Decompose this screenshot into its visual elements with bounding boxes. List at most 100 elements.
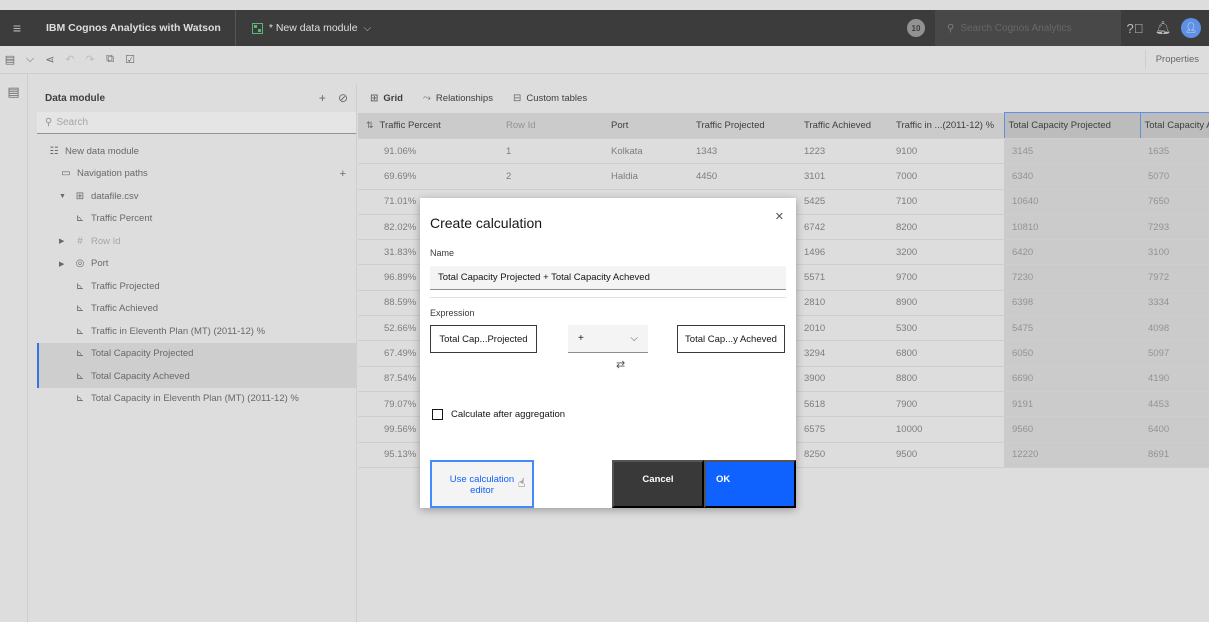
table-cell[interactable]: 6742 bbox=[796, 214, 888, 241]
column-header[interactable]: Traffic Projected bbox=[688, 112, 796, 139]
table-cell[interactable]: 6340 bbox=[1004, 163, 1140, 190]
table-cell[interactable]: 3200 bbox=[888, 239, 1004, 266]
panel-search[interactable]: ⚲ bbox=[37, 112, 356, 134]
relink-icon[interactable]: ⧉ bbox=[100, 53, 120, 66]
menu-icon[interactable]: ≡ bbox=[0, 20, 34, 36]
column-header-selected[interactable]: Total Capacity Ac bbox=[1139, 112, 1209, 139]
table-cell[interactable]: 3100 bbox=[1140, 239, 1209, 266]
column-header[interactable]: Port bbox=[583, 112, 688, 139]
column-header[interactable]: Row Id bbox=[478, 112, 583, 139]
table-cell[interactable]: 5618 bbox=[796, 391, 888, 418]
table-cell[interactable]: 9560 bbox=[1004, 416, 1140, 443]
table-cell[interactable]: 4098 bbox=[1140, 315, 1209, 342]
table-cell[interactable]: 2810 bbox=[796, 290, 888, 317]
sort-icon[interactable]: ⇅ bbox=[366, 120, 374, 130]
table-cell[interactable]: 6575 bbox=[796, 416, 888, 443]
table-cell[interactable]: 91.06% bbox=[358, 138, 478, 165]
cancel-button[interactable]: Cancel bbox=[612, 460, 704, 508]
table-cell[interactable]: 6400 bbox=[1140, 416, 1209, 443]
table-cell[interactable]: 7650 bbox=[1140, 189, 1209, 215]
tab-relationships[interactable]: ⤳ Relationships bbox=[413, 84, 503, 112]
notification-count-badge[interactable]: 10 bbox=[907, 19, 925, 37]
table-cell[interactable]: 7000 bbox=[888, 163, 1004, 190]
tab-grid[interactable]: ⊞ Grid bbox=[360, 84, 413, 112]
column-header-selected[interactable]: Total Capacity Projected bbox=[1003, 112, 1141, 139]
table-cell[interactable]: 7900 bbox=[888, 391, 1004, 418]
module-tab[interactable]: * New data module ⌵ bbox=[236, 22, 381, 34]
table-cell[interactable]: 69.69% bbox=[358, 163, 478, 190]
table-cell[interactable]: 2 bbox=[478, 163, 583, 190]
table-cell[interactable]: 6050 bbox=[1004, 340, 1140, 367]
table-cell[interactable]: 8250 bbox=[796, 442, 888, 468]
filter-icon[interactable]: ⊘ bbox=[338, 91, 348, 105]
table-cell[interactable]: 5475 bbox=[1004, 315, 1140, 342]
table-cell[interactable]: 7972 bbox=[1140, 264, 1209, 291]
close-icon[interactable]: ✕ bbox=[775, 210, 784, 223]
save-icon[interactable]: ▤ bbox=[0, 53, 20, 66]
panel-search-input[interactable] bbox=[56, 117, 337, 128]
table-cell[interactable]: Kolkata bbox=[583, 138, 688, 165]
tree-item-module[interactable]: ☷ New data module bbox=[37, 140, 356, 163]
table-cell[interactable]: 12220 bbox=[1004, 442, 1140, 468]
tree-item-navigation-paths[interactable]: ▭ Navigation paths + bbox=[37, 163, 356, 186]
save-dropdown-chevron-icon[interactable]: ⌵ bbox=[20, 53, 40, 66]
table-cell[interactable]: 5425 bbox=[796, 189, 888, 215]
table-cell[interactable]: 9700 bbox=[888, 264, 1004, 291]
add-navigation-path-icon[interactable]: + bbox=[340, 168, 346, 180]
swap-icon[interactable]: ⇄ bbox=[616, 358, 625, 371]
validate-icon[interactable]: ☑ bbox=[120, 53, 140, 66]
tree-item-column[interactable]: ⊾ Total Capacity in Eleventh Plan (MT) (… bbox=[37, 388, 356, 411]
table-cell[interactable]: 4453 bbox=[1140, 391, 1209, 418]
table-cell[interactable]: 10000 bbox=[888, 416, 1004, 443]
table-cell[interactable]: 9191 bbox=[1004, 391, 1140, 418]
table-cell[interactable]: 3900 bbox=[796, 366, 888, 392]
avatar[interactable]: 👤︎ bbox=[1181, 18, 1201, 38]
table-cell[interactable]: 8691 bbox=[1140, 442, 1209, 468]
table-cell[interactable]: 10640 bbox=[1004, 189, 1140, 215]
table-cell[interactable]: 4190 bbox=[1140, 366, 1209, 392]
table-cell[interactable]: 1223 bbox=[796, 138, 888, 165]
column-header[interactable]: Traffic in ...(2011-12) % bbox=[888, 112, 1004, 139]
table-cell[interactable]: 6690 bbox=[1004, 366, 1140, 392]
operator-select[interactable]: + ⌵ bbox=[568, 325, 648, 353]
share-icon[interactable]: ⋖ bbox=[40, 53, 60, 66]
table-cell[interactable]: 9100 bbox=[888, 138, 1004, 165]
right-operand-field[interactable]: Total Cap...y Acheved bbox=[677, 325, 785, 353]
redo-icon[interactable]: ↷ bbox=[80, 53, 100, 66]
table-cell[interactable]: 3334 bbox=[1140, 290, 1209, 317]
tree-item-column-selected[interactable]: ⊾ Total Capacity Acheved bbox=[37, 365, 356, 388]
table-cell[interactable]: 6420 bbox=[1004, 239, 1140, 266]
table-cell[interactable]: 1 bbox=[478, 138, 583, 165]
help-icon[interactable]: ?⃝ bbox=[1121, 21, 1149, 36]
calculation-name-input[interactable] bbox=[430, 266, 786, 290]
tree-item-column[interactable]: ▶ # Row Id bbox=[37, 230, 356, 253]
table-cell[interactable]: 7293 bbox=[1140, 214, 1209, 241]
left-operand-field[interactable]: Total Cap...Projected bbox=[430, 325, 537, 353]
table-cell[interactable]: 9500 bbox=[888, 442, 1004, 468]
caret-down-icon[interactable]: ▼ bbox=[59, 193, 67, 200]
tree-item-datafile[interactable]: ▼ ⊞ datafile.csv bbox=[37, 185, 356, 208]
table-cell[interactable]: 3145 bbox=[1004, 138, 1140, 165]
table-cell[interactable]: 3101 bbox=[796, 163, 888, 190]
table-cell[interactable]: 5070 bbox=[1140, 163, 1209, 190]
chevron-down-icon[interactable]: ⌵ bbox=[364, 23, 372, 34]
table-cell[interactable]: 4450 bbox=[688, 163, 796, 190]
tree-item-column[interactable]: ⊾ Traffic Achieved bbox=[37, 298, 356, 321]
tree-item-column-selected[interactable]: ⊾ Total Capacity Projected bbox=[37, 342, 356, 365]
global-search-input[interactable] bbox=[960, 22, 1111, 34]
table-cell[interactable]: 5571 bbox=[796, 264, 888, 291]
column-header[interactable]: Traffic Achieved bbox=[796, 112, 888, 139]
table-cell[interactable]: 7230 bbox=[1004, 264, 1140, 291]
tree-item-column[interactable]: ⊾ Traffic Percent bbox=[37, 208, 356, 231]
tree-item-column[interactable]: ⊾ Traffic Projected bbox=[37, 275, 356, 298]
table-cell[interactable]: 8200 bbox=[888, 214, 1004, 241]
table-cell[interactable]: 8800 bbox=[888, 366, 1004, 392]
table-cell[interactable]: 2010 bbox=[796, 315, 888, 342]
calculate-after-aggregation-checkbox[interactable] bbox=[432, 409, 443, 420]
table-cell[interactable]: 5097 bbox=[1140, 340, 1209, 367]
data-module-panel-icon[interactable]: ▤ bbox=[0, 84, 27, 100]
ok-button[interactable]: OK bbox=[704, 460, 796, 508]
table-cell[interactable]: 8900 bbox=[888, 290, 1004, 317]
table-cell[interactable]: 7100 bbox=[888, 189, 1004, 215]
tab-custom-tables[interactable]: ⊟ Custom tables bbox=[503, 84, 597, 112]
